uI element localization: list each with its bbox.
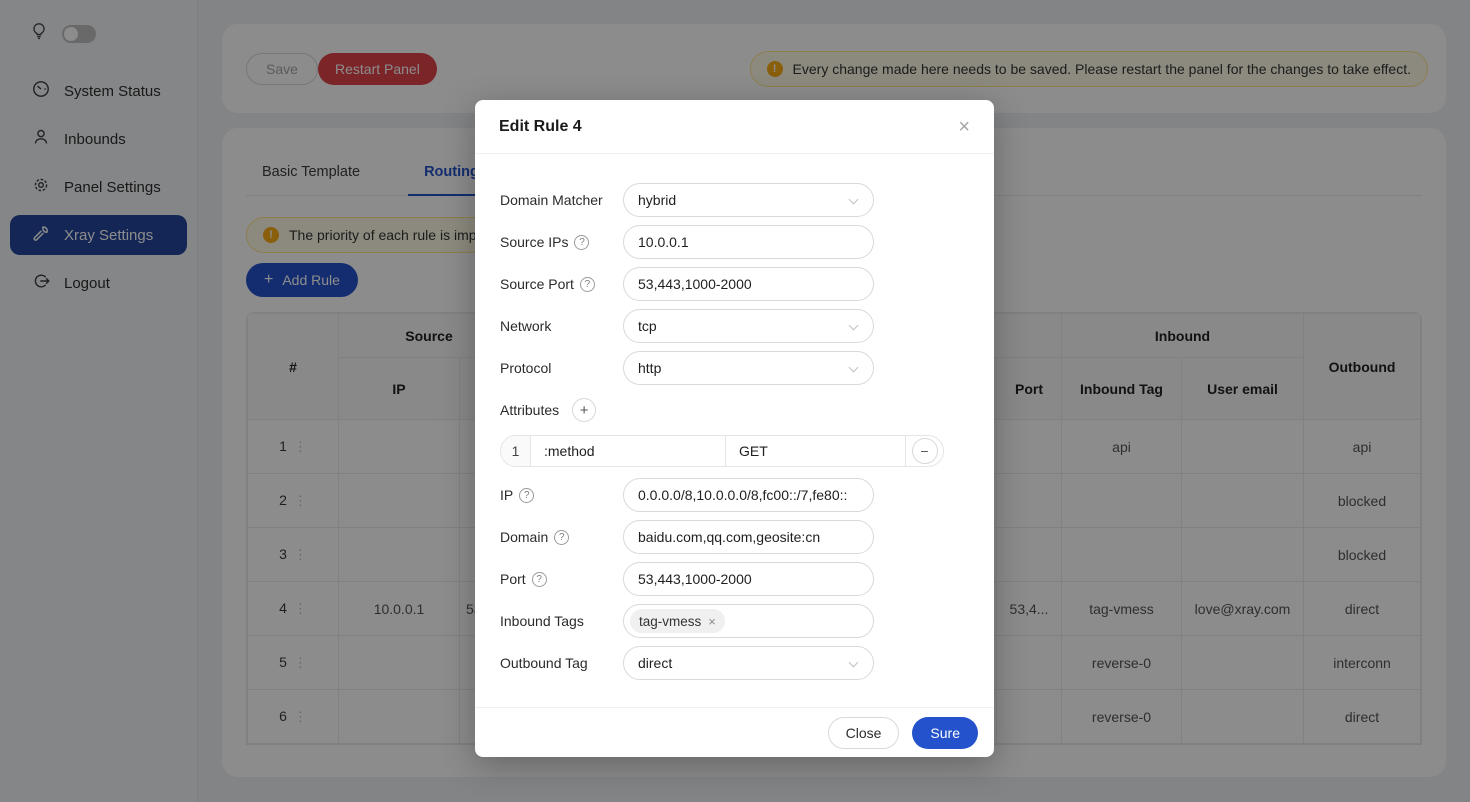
source-ips-input[interactable]	[623, 225, 874, 259]
field-label: Port	[500, 571, 526, 587]
field-label: Domain	[500, 529, 548, 545]
network-select[interactable]: tcp	[623, 309, 874, 343]
selected-value: hybrid	[638, 192, 676, 208]
field-label: Protocol	[500, 360, 623, 376]
ip-input[interactable]	[623, 478, 874, 512]
protocol-select[interactable]: http	[623, 351, 874, 385]
help-icon[interactable]: ?	[580, 277, 595, 292]
port-input[interactable]	[623, 562, 874, 596]
modal-title: Edit Rule 4	[499, 118, 582, 136]
field-label: Source Port	[500, 276, 574, 292]
field-label: Inbound Tags	[500, 613, 623, 629]
attribute-row: 1 −	[500, 435, 944, 467]
domain-matcher-select[interactable]: hybrid	[623, 183, 874, 217]
help-icon[interactable]: ?	[554, 530, 569, 545]
help-icon[interactable]: ?	[519, 488, 534, 503]
help-icon[interactable]: ?	[532, 572, 547, 587]
close-icon[interactable]: ×	[958, 117, 970, 137]
chevron-down-icon	[849, 321, 859, 331]
remove-attribute-button[interactable]: −	[912, 438, 938, 464]
chevron-down-icon	[849, 363, 859, 373]
edit-rule-modal: Edit Rule 4 × Domain Matcher hybrid Sour…	[475, 100, 994, 757]
attribute-index: 1	[501, 436, 531, 466]
selected-value: http	[638, 360, 661, 376]
tag-chip: tag-vmess ×	[630, 609, 725, 633]
domain-input[interactable]	[623, 520, 874, 554]
outbound-tag-select[interactable]: direct	[623, 646, 874, 680]
source-port-input[interactable]	[623, 267, 874, 301]
chevron-down-icon	[849, 658, 859, 668]
attribute-value-input[interactable]	[726, 436, 906, 466]
selected-value: tcp	[638, 318, 657, 334]
field-label: Source IPs	[500, 234, 568, 250]
tag-label: tag-vmess	[639, 614, 701, 629]
attribute-key-input[interactable]	[531, 436, 726, 466]
field-label: Attributes	[500, 402, 559, 418]
add-attribute-button[interactable]: +	[572, 398, 596, 422]
selected-value: direct	[638, 655, 672, 671]
field-label: IP	[500, 487, 513, 503]
field-label: Domain Matcher	[500, 192, 623, 208]
field-label: Network	[500, 318, 623, 334]
chevron-down-icon	[849, 195, 859, 205]
inbound-tags-multiselect[interactable]: tag-vmess ×	[623, 604, 874, 638]
sure-button[interactable]: Sure	[912, 717, 978, 749]
remove-tag-icon[interactable]: ×	[708, 614, 716, 629]
help-icon[interactable]: ?	[574, 235, 589, 250]
field-label: Outbound Tag	[500, 655, 623, 671]
close-button[interactable]: Close	[828, 717, 900, 749]
